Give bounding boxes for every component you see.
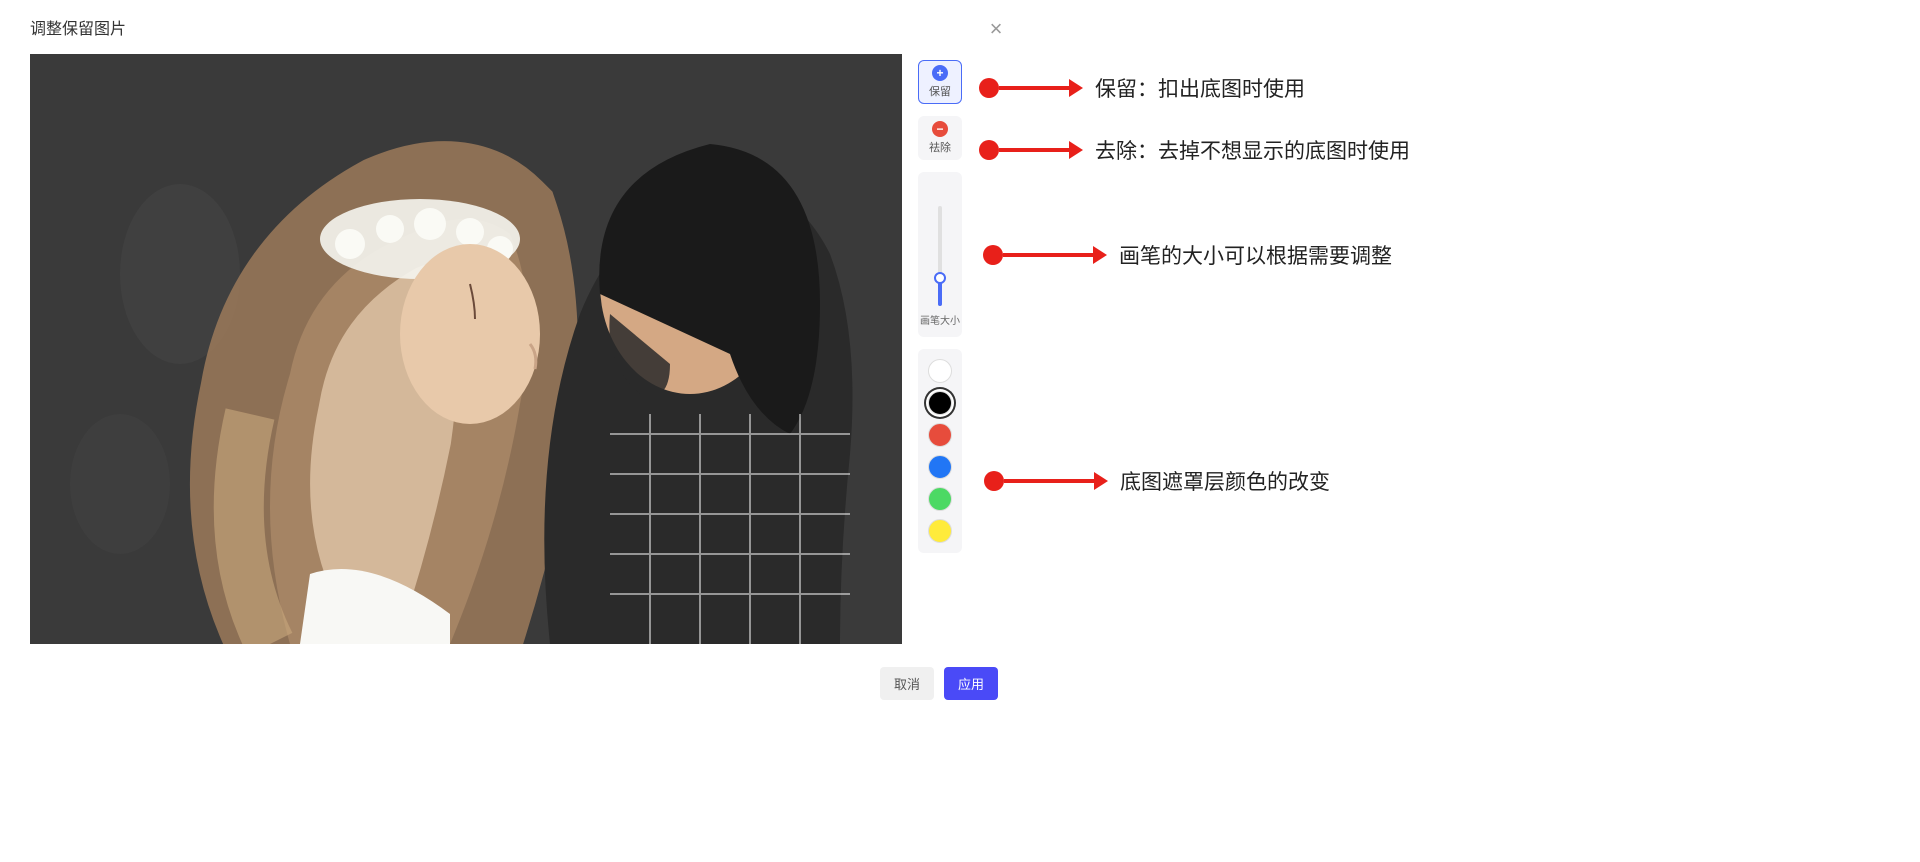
annotation-dot-icon: [979, 140, 999, 160]
annotation-brush-text: 画笔的大小可以根据需要调整: [1119, 240, 1392, 270]
brush-slider-handle[interactable]: [934, 272, 946, 284]
color-swatch-red[interactable]: [928, 423, 952, 447]
annotation-line-icon: [999, 148, 1069, 152]
close-button[interactable]: ×: [982, 15, 1010, 43]
apply-button[interactable]: 应用: [944, 667, 998, 700]
annotation-line-icon: [1003, 253, 1093, 257]
photo-preview: [30, 54, 902, 644]
annotation-keep: 保留：扣出底图时使用: [979, 73, 1305, 103]
annotation-arrow-icon: [1069, 141, 1083, 159]
annotation-remove-text: 去除：去掉不想显示的底图时使用: [1095, 135, 1410, 165]
color-swatch-black[interactable]: [928, 391, 952, 415]
close-icon: ×: [990, 16, 1003, 42]
annotation-colors-text: 底图遮罩层颜色的改变: [1120, 466, 1330, 496]
adjust-keep-image-dialog: 调整保留图片 ×: [30, 15, 1000, 715]
dialog-title: 调整保留图片: [30, 15, 1000, 39]
color-swatch-blue[interactable]: [928, 455, 952, 479]
annotation-line-icon: [1004, 479, 1094, 483]
brush-slider-fill: [938, 281, 942, 306]
annotation-line-icon: [999, 86, 1069, 90]
brush-size-slider[interactable]: [938, 206, 942, 306]
minus-icon: −: [932, 121, 948, 137]
annotation-remove: 去除：去掉不想显示的底图时使用: [979, 135, 1410, 165]
annotation-colors: 底图遮罩层颜色的改变: [984, 466, 1330, 496]
annotation-arrow-icon: [1093, 246, 1107, 264]
annotation-dot-icon: [979, 78, 999, 98]
keep-tool-label: 保留: [929, 83, 951, 99]
remove-tool-button[interactable]: − 祛除: [918, 116, 962, 160]
dialog-footer: 取消 应用: [880, 667, 998, 700]
color-swatch-white[interactable]: [928, 359, 952, 383]
remove-tool-label: 祛除: [929, 139, 951, 155]
brush-size-label: 画笔大小: [920, 312, 960, 327]
annotation-arrow-icon: [1069, 79, 1083, 97]
plus-icon: +: [932, 65, 948, 81]
color-swatch-yellow[interactable]: [928, 519, 952, 543]
annotation-arrow-icon: [1094, 472, 1108, 490]
annotation-brush: 画笔的大小可以根据需要调整: [983, 240, 1392, 270]
brush-size-panel: 画笔大小: [918, 172, 962, 337]
annotation-dot-icon: [983, 245, 1003, 265]
mask-color-panel: [918, 349, 962, 553]
annotation-dot-icon: [984, 471, 1004, 491]
cancel-button[interactable]: 取消: [880, 667, 934, 700]
right-toolbar: + 保留 − 祛除 画笔大小: [918, 60, 968, 553]
keep-tool-button[interactable]: + 保留: [918, 60, 962, 104]
color-swatch-green[interactable]: [928, 487, 952, 511]
image-canvas[interactable]: [30, 54, 902, 644]
annotation-keep-text: 保留：扣出底图时使用: [1095, 73, 1305, 103]
